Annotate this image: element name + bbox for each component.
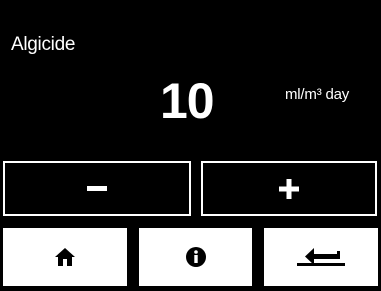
home-icon (55, 248, 75, 266)
return-arrow-icon (297, 248, 345, 266)
increase-button[interactable] (201, 161, 377, 216)
decrease-button[interactable] (3, 161, 191, 216)
dose-unit: ml/m³ day (285, 86, 350, 103)
dose-value: 10 (160, 73, 215, 129)
dosing-settings-screen: Algicide 10 ml/m³ day (0, 0, 381, 291)
back-button[interactable] (264, 228, 378, 286)
info-icon (185, 247, 206, 267)
info-button[interactable] (139, 228, 252, 286)
home-button[interactable] (3, 228, 127, 286)
plus-icon (279, 178, 299, 199)
minus-icon (87, 185, 107, 191)
page-title: Algicide (11, 34, 76, 55)
bottom-navigation (0, 228, 381, 291)
